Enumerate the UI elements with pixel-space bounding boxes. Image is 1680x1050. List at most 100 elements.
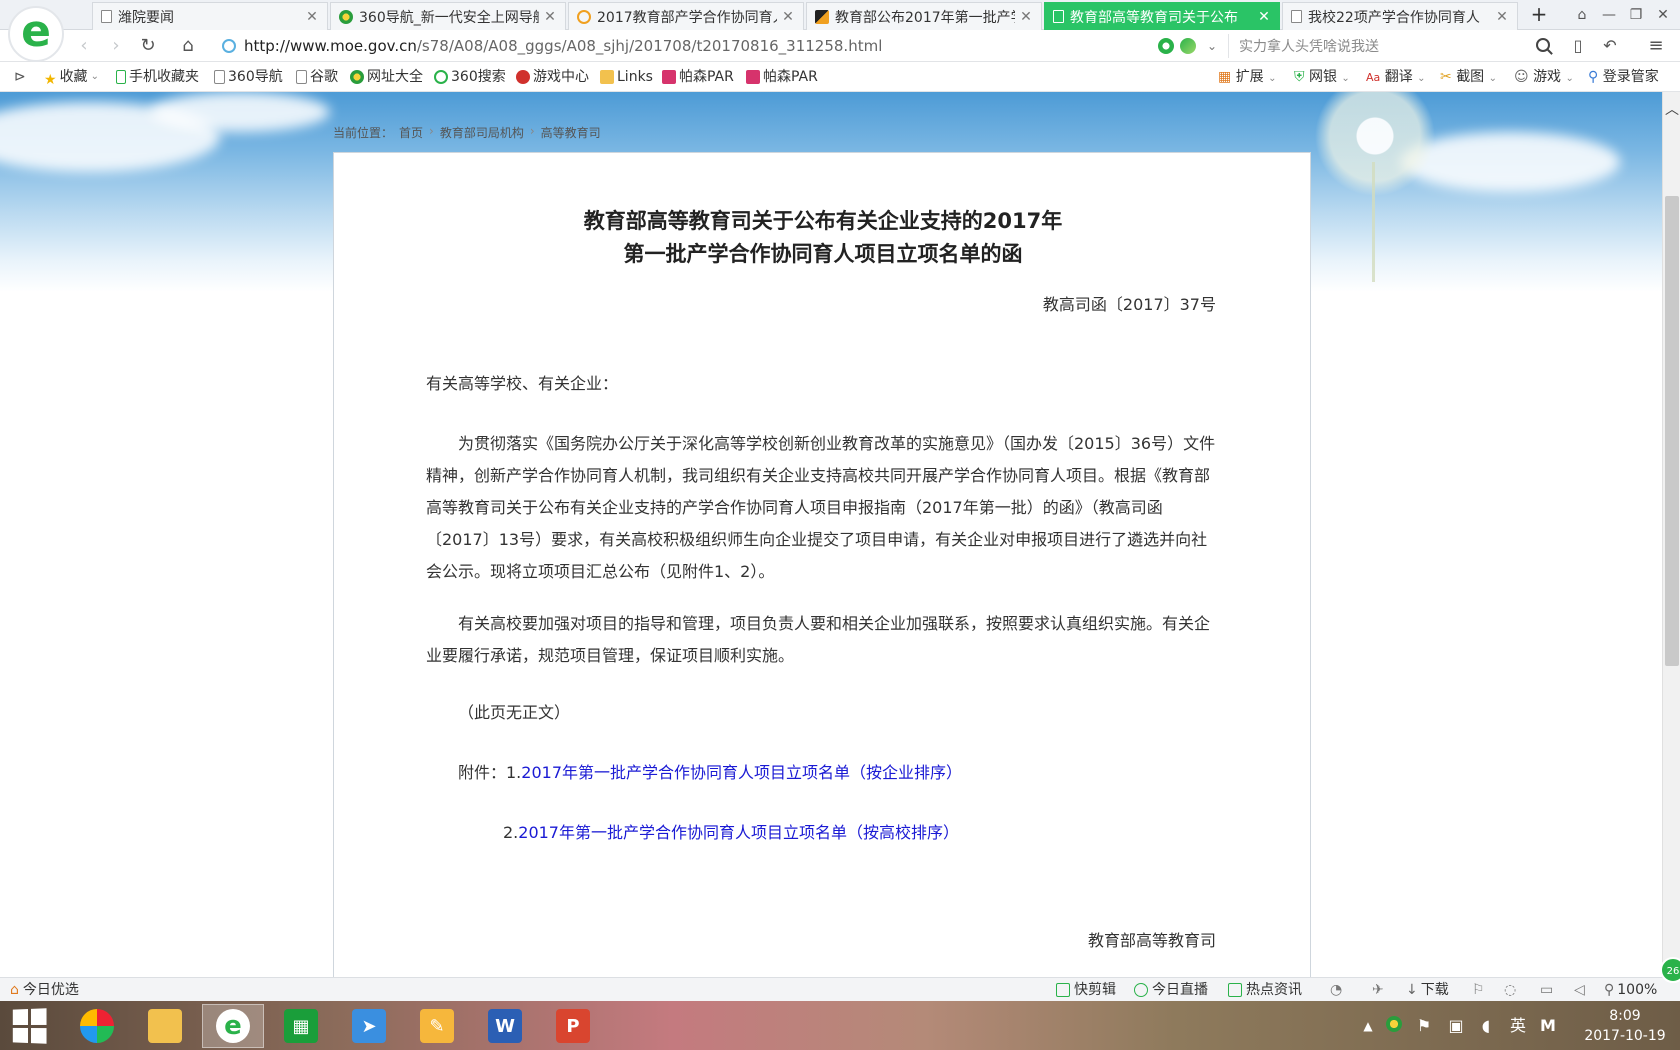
flag-icon[interactable]: ⚐ (1472, 980, 1485, 1000)
tray-expand-icon[interactable]: ▲ (1360, 1016, 1376, 1036)
signature: 教育部高等教育司 (1087, 931, 1216, 950)
today-live[interactable]: 今日直播 (1134, 980, 1208, 1000)
taskbar-qq-mail[interactable]: ➤ (338, 1004, 400, 1048)
paragraph-1: 为贯彻落实《国务院办公厅关于深化高等学校创新创业教育改革的实施意见》（国办发〔2… (426, 434, 1216, 581)
bookmark-par-1[interactable]: 帕森PAR (662, 67, 734, 87)
taskbar-store[interactable]: ▦ (270, 1004, 332, 1048)
refresh-button[interactable]: ↻ (136, 34, 160, 58)
volume-icon[interactable]: ◁ (1574, 980, 1585, 1000)
action-center-flag-icon[interactable]: ⚑ (1414, 1016, 1434, 1036)
shirt-skin-icon[interactable]: ⌂ (1570, 4, 1594, 26)
close-tab-icon[interactable]: ✕ (1019, 9, 1033, 25)
tab-4[interactable]: 教育部公布2017年第一批产学 ✕ (806, 2, 1042, 30)
minimize-button[interactable]: — (1597, 4, 1621, 26)
extension-icon: ▦ (1218, 69, 1232, 85)
hot-news[interactable]: 热点资讯 (1228, 980, 1302, 1000)
bookmark-mobile[interactable]: 手机收藏夹 (116, 67, 199, 87)
word-icon: W (488, 1009, 522, 1043)
clean-icon[interactable]: ◌ (1504, 980, 1516, 1000)
network-icon[interactable]: ▣ (1446, 1016, 1466, 1036)
dandelion-stem (1372, 162, 1375, 282)
close-tab-icon[interactable]: ✕ (543, 9, 557, 25)
breadcrumb-higher-education[interactable]: 高等教育司 (541, 124, 601, 141)
home-button[interactable]: ⌂ (176, 34, 200, 58)
attachment-link-2[interactable]: 2017年第一批产学合作协同育人项目立项名单（按高校排序） (518, 823, 959, 842)
security-shield-icon[interactable] (1158, 38, 1174, 54)
zoom-control[interactable]: ⚲ 100% (1604, 980, 1657, 1000)
system-clock[interactable]: 8:09 2017-10-19 (1580, 1006, 1670, 1046)
scroll-thumb[interactable] (1665, 196, 1679, 666)
forward-button[interactable]: › (104, 34, 128, 58)
cloud-decoration (150, 92, 330, 132)
speed-icon[interactable]: ◔ (1330, 980, 1342, 1000)
tab-1[interactable]: 潍院要闻 ✕ (92, 2, 328, 30)
download-button[interactable]: ↓ 下载 (1406, 980, 1449, 1000)
online-bank-menu[interactable]: ⛨ 网银 ⌄ (1294, 67, 1350, 87)
ime-mode[interactable]: M (1538, 1016, 1558, 1036)
window-icon[interactable]: ▭ (1540, 980, 1553, 1000)
bookmark-favorites[interactable]: ★ 收藏 ⌄ (44, 67, 99, 88)
today-picks[interactable]: ⌂ 今日优选 (10, 980, 79, 1000)
translate-menu[interactable]: Aa 翻译 ⌄ (1366, 67, 1426, 87)
label: 快剪辑 (1074, 982, 1116, 998)
windows-start-icon[interactable] (12, 1008, 47, 1044)
back-button[interactable]: ‹ (72, 34, 96, 58)
search-icon[interactable] (1536, 38, 1550, 52)
quick-edit[interactable]: 快剪辑 (1056, 980, 1116, 1000)
new-tab-button[interactable]: + (1528, 4, 1550, 26)
taskbar-paint[interactable]: ✎ (406, 1004, 468, 1048)
taskbar-app-colors[interactable] (66, 1004, 128, 1048)
ime-language[interactable]: 英 (1508, 1016, 1528, 1036)
tab-2[interactable]: 360导航_新一代安全上网导航 ✕ (330, 2, 566, 30)
bookmark-par-2[interactable]: 帕森PAR (746, 67, 818, 87)
url-path: /s78/A08/A08_gggs/A08_sjhj/201708/t20170… (416, 37, 883, 55)
notification-badge[interactable]: 26 (1660, 957, 1680, 983)
close-tab-icon[interactable]: ✕ (305, 9, 319, 25)
taskbar-360-browser[interactable]: e (202, 1004, 264, 1048)
breadcrumb-separator: › (429, 124, 434, 138)
store-icon: ▦ (284, 1009, 318, 1043)
screenshot-menu[interactable]: ✂ 截图 ⌄ (1440, 67, 1497, 87)
scroll-up-icon[interactable]: ︿ (1663, 102, 1680, 118)
address-field[interactable]: http://www.moe.gov.cn/s78/A08/A08_gggs/A… (222, 34, 1212, 58)
address-dropdown-icon[interactable]: ⌄ (1200, 34, 1224, 58)
phone-view-icon[interactable]: ▯ (1566, 34, 1590, 58)
games-menu[interactable]: ☺ 游戏 ⌄ (1514, 67, 1574, 87)
speed-mode-icon[interactable] (1180, 38, 1196, 54)
bookmark-google[interactable]: 谷歌 (296, 67, 338, 87)
undo-close-icon[interactable]: ↶ (1598, 34, 1622, 58)
360-tray-icon[interactable] (1384, 1016, 1404, 1036)
volume-tray-icon[interactable]: ◖ (1476, 1016, 1496, 1036)
tab-5-active[interactable]: 教育部高等教育司关于公布 ✕ (1044, 2, 1280, 30)
label: 游戏 (1533, 69, 1562, 85)
360-browser-logo[interactable]: e (8, 6, 64, 62)
bookmark-360search[interactable]: 360搜索 (434, 67, 506, 87)
bookmark-links[interactable]: Links (600, 67, 653, 87)
attachment-link-1[interactable]: 2017年第一批产学合作协同育人项目立项名单（按企业排序） (521, 763, 962, 782)
close-tab-icon[interactable]: ✕ (781, 9, 795, 25)
login-manager[interactable]: ⚲ 登录管家 (1588, 67, 1659, 87)
windows-taskbar: e ▦ ➤ ✎ W P ▲ ⚑ ▣ ◖ 英 M 8:09 2017-10-19 (0, 1001, 1680, 1050)
bookmark-360nav[interactable]: 360导航 (214, 67, 283, 87)
tab-3[interactable]: 2017教育部产学合作协同育人 ✕ (568, 2, 804, 30)
document-icon (101, 10, 112, 23)
download-icon: ↓ (1406, 982, 1418, 998)
search-input[interactable]: 实力拿人头凭啥说我送 (1228, 34, 1558, 58)
breadcrumb-department[interactable]: 教育部司局机构 (440, 124, 524, 141)
taskbar-word[interactable]: W (474, 1004, 536, 1048)
tab-6[interactable]: 我校22项产学合作协同育人 ✕ (1282, 2, 1518, 30)
pin-icon[interactable]: ✈ (1372, 980, 1384, 1000)
close-tab-icon[interactable]: ✕ (1257, 9, 1271, 25)
taskbar-file-explorer[interactable] (134, 1004, 196, 1048)
restore-button[interactable]: ❐ (1624, 4, 1648, 26)
close-tab-icon[interactable]: ✕ (1495, 9, 1509, 25)
close-window-button[interactable]: ✕ (1651, 4, 1675, 26)
extensions-menu[interactable]: ▦ 扩展 ⌄ (1218, 67, 1277, 87)
bookmark-games[interactable]: 游戏中心 (516, 67, 589, 87)
breadcrumb-home[interactable]: 首页 (399, 124, 423, 141)
vertical-scrollbar[interactable]: ︿ (1662, 92, 1680, 977)
taskbar-pdf[interactable]: P (542, 1004, 604, 1048)
bookmark-directory[interactable]: 网址大全 (350, 67, 423, 87)
sidebar-toggle-icon[interactable]: ⊳ (14, 67, 26, 87)
menu-icon[interactable]: ≡ (1644, 34, 1668, 58)
